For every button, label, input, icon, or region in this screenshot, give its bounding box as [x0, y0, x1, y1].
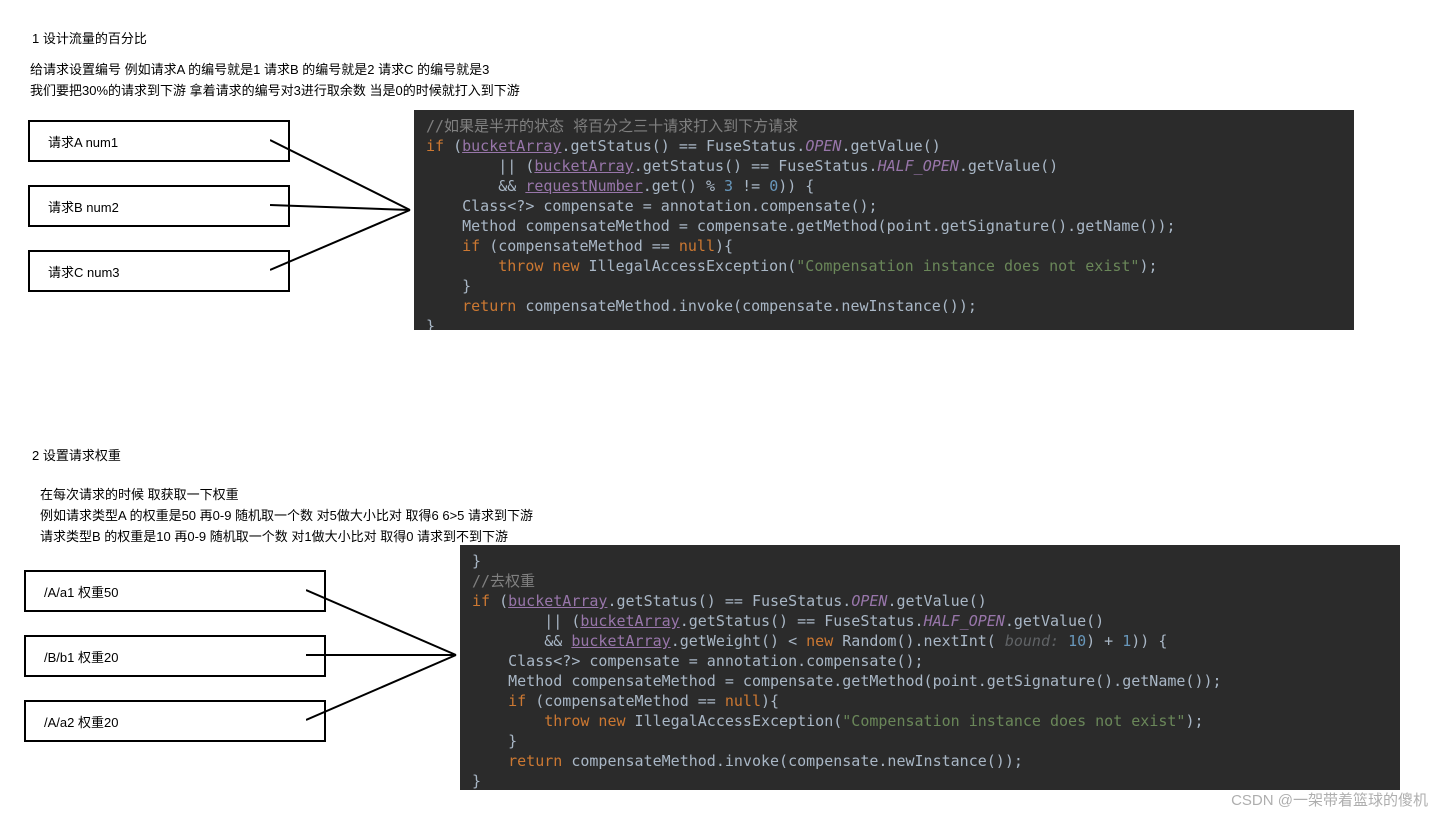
section2-desc-line2: 例如请求类型A 的权重是50 再0-9 随机取一个数 对5做大小比对 取得6 6…: [40, 506, 533, 527]
code1-pre: //如果是半开的状态 将百分之三十请求打入到下方请求 if (bucketArr…: [426, 116, 1342, 330]
code1-l2-if: if: [426, 137, 444, 155]
code-block-1: //如果是半开的状态 将百分之三十请求打入到下方请求 if (bucketArr…: [414, 110, 1354, 330]
section1-desc: 给请求设置编号 例如请求A 的编号就是1 请求B 的编号就是2 请求C 的编号就…: [30, 60, 520, 102]
box-req-a: 请求A num1: [28, 120, 290, 162]
connectors-1: [270, 110, 420, 310]
connectors-2: [306, 560, 466, 760]
page: 1 设计流量的百分比 给请求设置编号 例如请求A 的编号就是1 请求B 的编号就…: [0, 0, 1436, 814]
code2-pre: } //去权重 if (bucketArray.getStatus() == F…: [472, 551, 1388, 790]
box-weight-a2: /A/a2 权重20: [24, 700, 326, 742]
box-weight-b1-label: /B/b1 权重20: [44, 647, 118, 666]
box-req-c-label: 请求C num3: [48, 262, 120, 281]
box-req-b: 请求B num2: [28, 185, 290, 227]
box-weight-b1: /B/b1 权重20: [24, 635, 326, 677]
code2-l2-if: if: [472, 592, 490, 610]
section2-desc: 在每次请求的时候 取获取一下权重 例如请求类型A 的权重是50 再0-9 随机取…: [40, 485, 533, 547]
watermark: CSDN @一架带着篮球的傻机: [1231, 789, 1428, 810]
box-weight-a1: /A/a1 权重50: [24, 570, 326, 612]
code2-l1: //去权重: [472, 572, 535, 590]
section2-desc-line1: 在每次请求的时候 取获取一下权重: [40, 485, 533, 506]
box-req-c: 请求C num3: [28, 250, 290, 292]
section2-title: 2 设置请求权重: [32, 445, 121, 464]
box-weight-a1-label: /A/a1 权重50: [44, 582, 118, 601]
box-weight-a2-label: /A/a2 权重20: [44, 712, 118, 731]
section1-title: 1 设计流量的百分比: [32, 28, 147, 47]
box-req-a-label: 请求A num1: [48, 132, 118, 151]
code1-l1: //如果是半开的状态 将百分之三十请求打入到下方请求: [426, 117, 798, 135]
section1-desc-line1: 给请求设置编号 例如请求A 的编号就是1 请求B 的编号就是2 请求C 的编号就…: [30, 60, 520, 81]
section1-desc-line2: 我们要把30%的请求到下游 拿着请求的编号对3进行取余数 当是0的时候就打入到下…: [30, 81, 520, 102]
code-block-2: } //去权重 if (bucketArray.getStatus() == F…: [460, 545, 1400, 790]
box-req-b-label: 请求B num2: [48, 197, 119, 216]
